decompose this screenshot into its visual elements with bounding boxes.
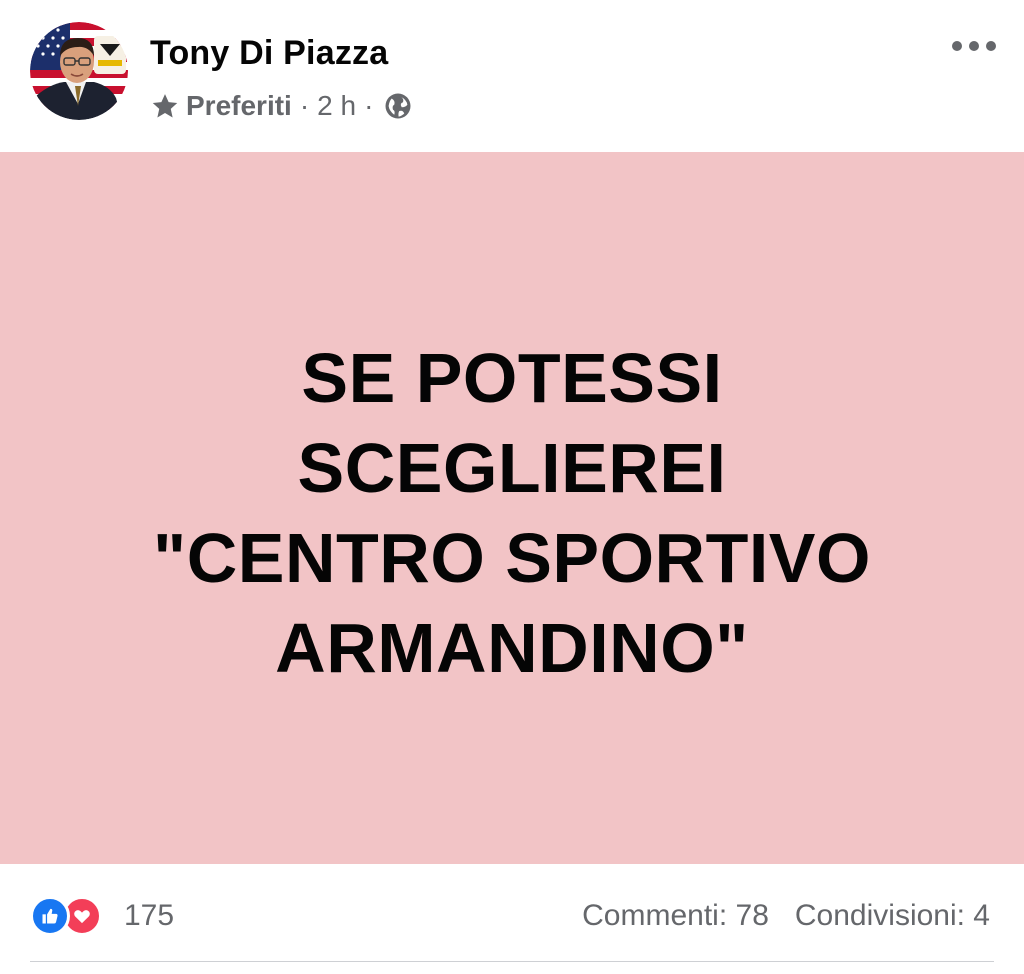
post-text-line: "CENTRO SPORTIVO	[153, 519, 871, 597]
facebook-post: Tony Di Piazza Preferiti · 2 h · SE POTE…	[0, 0, 1024, 974]
audience-label[interactable]: Preferiti	[186, 90, 292, 122]
separator-dot: ·	[364, 90, 374, 121]
engagement-stats: Commenti: 78 Condivisioni: 4	[582, 896, 990, 936]
footer-divider	[30, 961, 994, 962]
post-text-line: SE POTESSI	[301, 339, 723, 417]
like-icon	[30, 896, 70, 936]
star-icon	[152, 94, 178, 118]
author-name[interactable]: Tony Di Piazza	[150, 34, 388, 73]
post-meta: Preferiti · 2 h ·	[150, 86, 413, 126]
reactions-summary[interactable]: 175	[30, 896, 174, 936]
post-text-line: SCEGLIEREI	[297, 429, 727, 507]
separator-dot: ·	[299, 90, 310, 121]
more-options-icon	[952, 41, 962, 51]
globe-icon[interactable]	[383, 91, 413, 121]
reaction-count: 175	[124, 899, 175, 932]
shares-count[interactable]: Condivisioni: 4	[795, 899, 990, 933]
avatar-photo-icon	[30, 22, 128, 120]
more-options-button[interactable]	[952, 34, 996, 58]
post-header: Tony Di Piazza Preferiti · 2 h ·	[0, 0, 1024, 152]
author-avatar[interactable]	[30, 22, 128, 120]
comments-count[interactable]: Commenti: 78	[582, 899, 769, 933]
more-options-icon	[986, 41, 996, 51]
more-options-icon	[969, 41, 979, 51]
post-text-line: ARMANDINO"	[275, 609, 749, 687]
post-text: SE POTESSI SCEGLIEREI "CENTRO SPORTIVO A…	[62, 333, 962, 693]
post-footer: 175 Commenti: 78 Condivisioni: 4	[0, 864, 1024, 974]
post-content[interactable]: SE POTESSI SCEGLIEREI "CENTRO SPORTIVO A…	[0, 152, 1024, 864]
post-time[interactable]: 2 h	[317, 90, 356, 122]
